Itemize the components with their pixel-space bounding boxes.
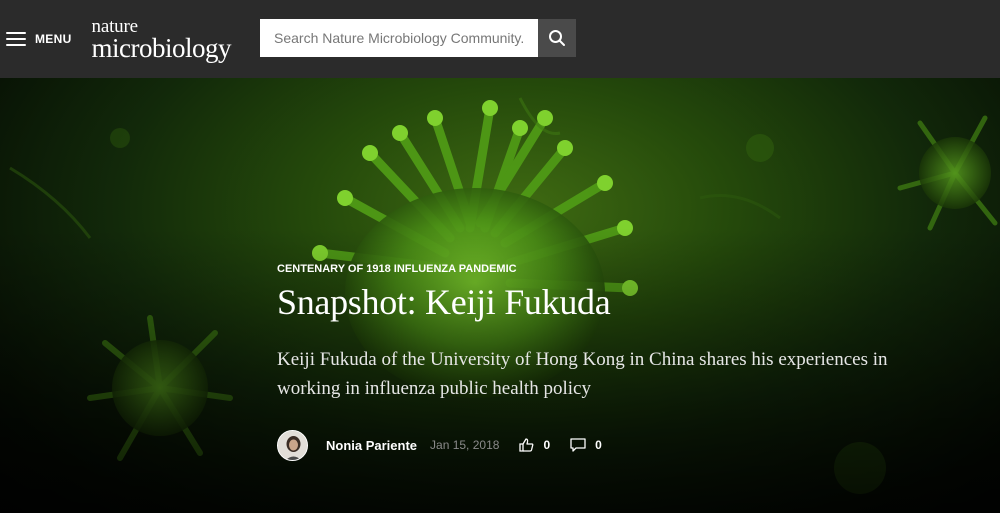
search-input[interactable] [260,19,538,57]
publish-date: Jan 15, 2018 [430,438,500,452]
hamburger-icon [6,32,26,46]
like-button[interactable]: 0 [519,438,550,452]
search-icon [549,30,565,46]
search-bar [260,19,576,57]
comment-count: 0 [595,438,602,452]
article-standfirst: Keiji Fukuda of the University of Hong K… [277,349,888,399]
comment-icon [570,438,586,452]
hero-banner: CENTENARY OF 1918 INFLUENZA PANDEMIC Sna… [0,78,1000,513]
article-title[interactable]: Snapshot: Keiji Fukuda [277,281,957,323]
logo-microbiology: microbiology [91,32,232,63]
article-header: CENTENARY OF 1918 INFLUENZA PANDEMIC Sna… [277,263,957,403]
article-category[interactable]: CENTENARY OF 1918 INFLUENZA PANDEMIC [277,263,957,275]
thumbs-up-icon [519,438,534,452]
menu-button[interactable]: MENU [6,19,72,59]
author-avatar[interactable] [277,429,308,461]
author-name[interactable]: Nonia Pariente [326,438,417,453]
site-header: MENU nature microbiology [0,0,1000,78]
comment-button[interactable]: 0 [570,438,602,452]
author-photo [278,430,307,460]
article-meta: Nonia Pariente Jan 15, 2018 0 0 [277,429,602,461]
like-count: 0 [543,438,551,452]
search-button[interactable] [538,19,576,57]
site-logo[interactable]: nature microbiology [91,17,232,63]
menu-label: MENU [35,32,72,46]
